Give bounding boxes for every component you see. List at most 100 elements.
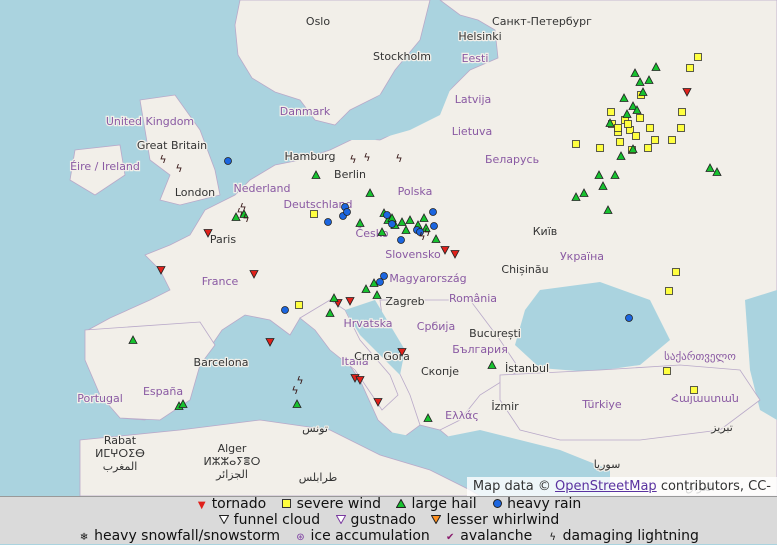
legend-item-large-hail: large hail	[395, 497, 477, 513]
map-label: Magyarország	[389, 272, 466, 285]
severe-wind-marker[interactable]	[672, 268, 680, 276]
heavy-rain-marker[interactable]	[429, 208, 437, 216]
map-label: București	[469, 327, 521, 340]
lightning-marker[interactable]: ϟ	[363, 151, 370, 164]
lightning-marker[interactable]: ϟ	[296, 374, 303, 387]
map-label: Barcelona	[194, 356, 249, 369]
severe-wind-marker[interactable]	[677, 124, 685, 132]
severe-wind-marker[interactable]	[646, 124, 654, 132]
severe-wind-marker[interactable]	[616, 138, 624, 146]
severe-wind-marker[interactable]	[678, 108, 686, 116]
yellow-square-icon	[281, 498, 293, 513]
heavy-rain-marker[interactable]	[343, 208, 351, 216]
severe-wind-marker[interactable]	[572, 140, 580, 148]
map-attribution: Map data © OpenStreetMap contributors, C…	[466, 477, 777, 496]
map-label: Nederland	[233, 182, 290, 195]
map-label: Stockholm	[373, 50, 431, 63]
map-label: Санкт-Петербург	[492, 15, 592, 28]
legend-item-severe-wind: severe wind	[281, 497, 381, 513]
heavy-rain-marker[interactable]	[281, 306, 289, 314]
map-label: Paris	[210, 233, 236, 246]
map-label: تونس	[302, 422, 328, 435]
map-label: Danmark	[280, 105, 331, 118]
map-label: الجزائر	[215, 468, 248, 481]
map-label: المغرب	[103, 460, 138, 473]
heavy-rain-marker[interactable]	[324, 218, 332, 226]
lightning-marker[interactable]: ϟ	[175, 162, 182, 175]
legend-row-2: funnel cloud gustnado lesser whirlwind	[0, 513, 777, 529]
heavy-rain-marker[interactable]	[430, 222, 438, 230]
map-label: Беларусь	[485, 153, 539, 166]
map-label: Türkiye	[581, 398, 622, 411]
map-label: Hamburg	[285, 150, 336, 163]
heavy-rain-marker[interactable]	[625, 314, 633, 322]
severe-wind-marker[interactable]	[665, 287, 673, 295]
severe-wind-marker[interactable]	[668, 136, 676, 144]
lightning-marker[interactable]: ϟ	[423, 226, 430, 239]
purple-down-triangle-icon	[335, 514, 347, 529]
map-label: საქართველო	[664, 350, 736, 363]
map-label: Србија	[417, 320, 455, 333]
map-label: Eesti	[462, 52, 489, 65]
severe-wind-marker[interactable]	[690, 386, 698, 394]
legend-item-heavy-rain: heavy rain	[491, 497, 581, 513]
map-view[interactable]: Oslo Helsinki Санкт-Петербург Stockholm Eest…	[0, 0, 777, 496]
red-down-triangle-icon: ▼	[197, 500, 206, 511]
heavy-rain-marker[interactable]	[376, 278, 384, 286]
attribution-prefix: Map data ©	[472, 479, 551, 494]
map-label: България	[452, 343, 508, 356]
map-label: Helsinki	[458, 30, 501, 43]
map-label: Slovensko	[385, 248, 441, 261]
severe-wind-marker[interactable]	[686, 64, 694, 72]
severe-wind-marker[interactable]	[614, 124, 622, 132]
map-label: Zagreb	[385, 295, 424, 308]
severe-wind-marker[interactable]	[636, 114, 644, 122]
severe-wind-marker[interactable]	[694, 53, 702, 61]
map-label: España	[143, 385, 183, 398]
severe-wind-marker[interactable]	[624, 120, 632, 128]
green-up-triangle-icon	[395, 498, 407, 513]
map-label: İstanbul	[505, 362, 549, 375]
severe-wind-marker[interactable]	[644, 144, 652, 152]
heavy-rain-marker[interactable]	[397, 236, 405, 244]
map-label: France	[202, 275, 239, 288]
map-label: Berlin	[334, 168, 366, 181]
blue-circle-icon	[491, 498, 503, 513]
attribution-suffix: contributors, CC-	[660, 479, 771, 494]
lightning-marker[interactable]: ϟ	[395, 152, 402, 165]
heavy-rain-marker[interactable]	[388, 220, 396, 228]
map-label: Lietuva	[452, 125, 493, 138]
map-label: Latvija	[455, 93, 492, 106]
heavy-rain-marker[interactable]	[224, 157, 232, 165]
map-label: İzmir	[491, 400, 519, 413]
severe-wind-marker[interactable]	[632, 132, 640, 140]
severe-wind-marker[interactable]	[663, 367, 671, 375]
legend-item-funnel-cloud: funnel cloud	[218, 513, 320, 529]
lightning-marker[interactable]: ϟ	[159, 153, 166, 166]
map-label: Portugal	[77, 392, 123, 405]
legend: ▼ tornado severe wind large hail heavy ra…	[0, 496, 777, 544]
map-label: Oslo	[306, 15, 330, 28]
lightning-marker[interactable]: ϟ	[242, 212, 249, 225]
osm-link[interactable]: OpenStreetMap	[555, 479, 657, 494]
map-label: Chișinău	[501, 263, 548, 276]
map-label: ⵍⵎⵖⵔⵉⴱ	[95, 447, 145, 460]
severe-wind-marker[interactable]	[295, 301, 303, 309]
map-label: Great Britain	[137, 139, 207, 152]
lightning-marker[interactable]: ϟ	[349, 153, 356, 166]
map-label: تبریز	[710, 421, 733, 434]
map-label: Éire / Ireland	[70, 160, 140, 173]
map-label: United Kingdom	[106, 115, 194, 128]
severe-wind-marker[interactable]	[596, 144, 604, 152]
severe-wind-marker[interactable]	[651, 136, 659, 144]
heavy-rain-marker[interactable]	[383, 211, 391, 219]
white-down-triangle-icon	[218, 514, 230, 529]
legend-item-tornado: ▼ tornado	[196, 497, 266, 513]
map-label: Київ	[533, 225, 558, 238]
map-label: Rabat	[104, 434, 137, 447]
map-label: London	[175, 186, 215, 199]
map-label: ⵍⵣⵣⴰⵢⴻⵔ	[204, 455, 261, 468]
severe-wind-marker[interactable]	[607, 108, 615, 116]
severe-wind-marker[interactable]	[310, 210, 318, 218]
legend-item-gustnado: gustnado	[335, 513, 416, 529]
